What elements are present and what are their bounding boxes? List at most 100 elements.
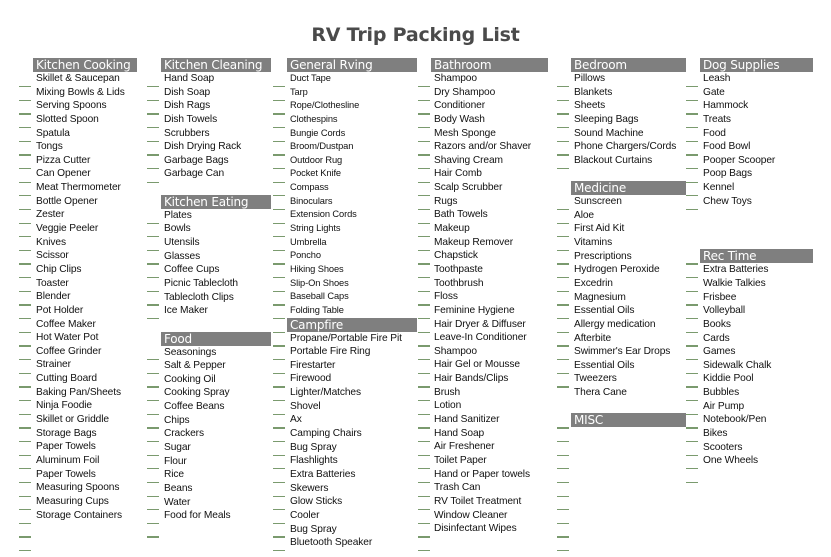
checkbox-line[interactable]: [418, 304, 430, 306]
checkbox-line[interactable]: [273, 372, 285, 374]
checkbox-line[interactable]: [557, 86, 569, 88]
checkbox-line[interactable]: [147, 99, 159, 101]
checkbox-line[interactable]: [557, 386, 569, 388]
checkbox-line[interactable]: [19, 181, 31, 183]
checkbox-line[interactable]: [418, 481, 430, 484]
checkbox-line[interactable]: [557, 154, 569, 156]
checkbox-line[interactable]: [273, 236, 285, 238]
checkbox-line[interactable]: [147, 154, 159, 156]
checkbox-line[interactable]: [557, 481, 569, 484]
checkbox-line[interactable]: [19, 318, 31, 320]
checkbox-line[interactable]: [19, 167, 31, 170]
checkbox-line[interactable]: [557, 99, 569, 101]
checkbox-line[interactable]: [557, 126, 569, 129]
checkbox-line[interactable]: [19, 413, 31, 415]
checkbox-line[interactable]: [147, 372, 159, 374]
checkbox-line[interactable]: [557, 372, 569, 374]
checkbox-line[interactable]: [418, 495, 430, 497]
checkbox-line[interactable]: [273, 345, 285, 347]
checkbox-line[interactable]: [273, 399, 285, 402]
checkbox-line[interactable]: [686, 140, 698, 142]
checkbox-line[interactable]: [147, 277, 159, 279]
checkbox-line[interactable]: [686, 359, 698, 361]
checkbox-line[interactable]: [19, 99, 31, 101]
checkbox-line[interactable]: [147, 536, 159, 538]
checkbox-line[interactable]: [686, 454, 698, 456]
checkbox-line[interactable]: [557, 290, 569, 293]
checkbox-line[interactable]: [418, 509, 430, 511]
checkbox-line[interactable]: [686, 372, 698, 374]
checkbox-line[interactable]: [273, 359, 285, 361]
checkbox-line[interactable]: [273, 304, 285, 306]
checkbox-line[interactable]: [19, 536, 31, 538]
checkbox-line[interactable]: [273, 509, 285, 511]
checkbox-line[interactable]: [273, 249, 285, 252]
checkbox-line[interactable]: [686, 304, 698, 306]
checkbox-line[interactable]: [273, 277, 285, 279]
checkbox-line[interactable]: [557, 277, 569, 279]
checkbox-line[interactable]: [418, 440, 430, 443]
checkbox-line[interactable]: [19, 454, 31, 456]
checkbox-line[interactable]: [19, 263, 31, 265]
checkbox-line[interactable]: [418, 126, 430, 129]
checkbox-line[interactable]: [19, 154, 31, 156]
checkbox-line[interactable]: [686, 86, 698, 88]
checkbox-line[interactable]: [147, 263, 159, 265]
checkbox-line[interactable]: [273, 454, 285, 456]
checkbox-line[interactable]: [557, 550, 569, 552]
checkbox-line[interactable]: [273, 386, 285, 388]
checkbox-line[interactable]: [147, 290, 159, 293]
checkbox-line[interactable]: [557, 140, 569, 142]
checkbox-line[interactable]: [273, 495, 285, 497]
checkbox-line[interactable]: [19, 331, 31, 333]
checkbox-line[interactable]: [557, 427, 569, 429]
checkbox-line[interactable]: [147, 304, 159, 306]
checkbox-line[interactable]: [557, 440, 569, 443]
checkbox-line[interactable]: [147, 522, 159, 525]
checkbox-line[interactable]: [19, 495, 31, 497]
checkbox-line[interactable]: [19, 345, 31, 347]
checkbox-line[interactable]: [19, 359, 31, 361]
checkbox-line[interactable]: [19, 140, 31, 142]
checkbox-line[interactable]: [557, 331, 569, 333]
checkbox-line[interactable]: [418, 318, 430, 320]
checkbox-line[interactable]: [418, 359, 430, 361]
checkbox-line[interactable]: [273, 208, 285, 211]
checkbox-line[interactable]: [19, 208, 31, 211]
checkbox-line[interactable]: [557, 113, 569, 115]
checkbox-line[interactable]: [147, 167, 159, 170]
checkbox-line[interactable]: [418, 181, 430, 183]
checkbox-line[interactable]: [147, 140, 159, 142]
checkbox-line[interactable]: [557, 167, 569, 170]
checkbox-line[interactable]: [19, 277, 31, 279]
checkbox-line[interactable]: [273, 468, 285, 470]
checkbox-line[interactable]: [147, 481, 159, 484]
checkbox-line[interactable]: [557, 468, 569, 470]
checkbox-line[interactable]: [557, 249, 569, 252]
checkbox-line[interactable]: [147, 399, 159, 402]
checkbox-line[interactable]: [273, 536, 285, 538]
checkbox-line[interactable]: [418, 140, 430, 142]
checkbox-line[interactable]: [557, 536, 569, 538]
checkbox-line[interactable]: [147, 113, 159, 115]
checkbox-line[interactable]: [418, 113, 430, 115]
checkbox-line[interactable]: [273, 86, 285, 88]
checkbox-line[interactable]: [557, 454, 569, 456]
checkbox-line[interactable]: [418, 550, 430, 552]
checkbox-line[interactable]: [147, 427, 159, 429]
checkbox-line[interactable]: [147, 86, 159, 88]
checkbox-line[interactable]: [418, 277, 430, 279]
checkbox-line[interactable]: [147, 440, 159, 443]
checkbox-line[interactable]: [418, 290, 430, 293]
checkbox-line[interactable]: [686, 427, 698, 429]
checkbox-line[interactable]: [147, 236, 159, 238]
checkbox-line[interactable]: [19, 126, 31, 129]
checkbox-line[interactable]: [686, 181, 698, 183]
checkbox-line[interactable]: [273, 318, 285, 320]
checkbox-line[interactable]: [418, 454, 430, 456]
checkbox-line[interactable]: [557, 208, 569, 211]
checkbox-line[interactable]: [686, 113, 698, 115]
checkbox-line[interactable]: [418, 222, 430, 224]
checkbox-line[interactable]: [273, 331, 285, 333]
checkbox-line[interactable]: [19, 399, 31, 402]
